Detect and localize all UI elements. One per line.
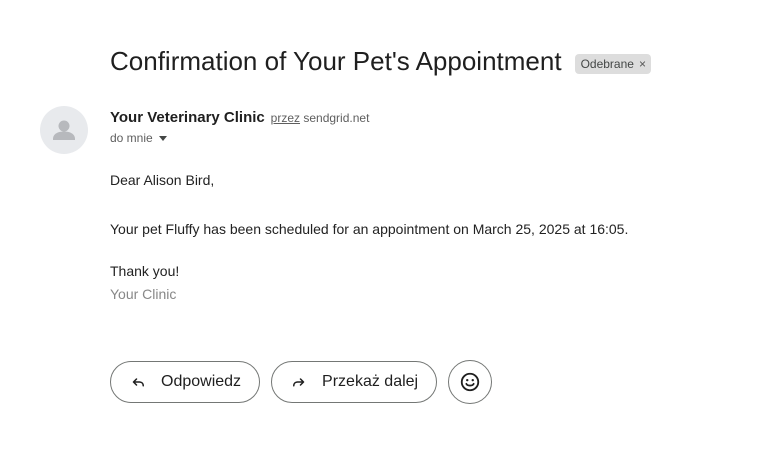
sender-block: Your Veterinary Clinic przez sendgrid.ne… (110, 109, 369, 145)
recipient-line: do mnie (110, 131, 369, 145)
chevron-down-icon[interactable] (158, 136, 167, 141)
body-greeting: Dear Alison Bird, (110, 172, 215, 188)
smiley-icon (460, 372, 480, 392)
forward-label: Przekaż dalej (322, 373, 419, 390)
email-view: Confirmation of Your Pet's Appointment O… (0, 0, 768, 450)
email-body: Dear Alison Bird, Your pet Fluffy has be… (110, 172, 750, 303)
reply-icon (132, 378, 144, 387)
emoji-reaction-button[interactable] (448, 360, 493, 404)
reply-button[interactable]: Odpowiedz (110, 361, 261, 403)
label-chip-inbox[interactable]: Odebrane × (574, 53, 651, 74)
label-chip-text: Odebrane (580, 56, 634, 71)
via-domain: sendgrid.net (303, 111, 370, 125)
action-bar: Odpowiedz Przekaż dalej (110, 360, 493, 404)
body-signature: Your Clinic (110, 286, 177, 302)
forward-icon (293, 378, 305, 387)
avatar (40, 106, 88, 154)
body-thanks: Thank you! (110, 263, 180, 279)
body-main-text: Your pet Fluffy has been scheduled for a… (110, 221, 629, 237)
forward-button[interactable]: Przekaż dalej (271, 361, 438, 403)
via-link[interactable]: przez (271, 111, 300, 125)
person-icon (53, 120, 75, 140)
sender-line: Your Veterinary Clinic przez sendgrid.ne… (110, 109, 369, 126)
email-subject: Confirmation of Your Pet's Appointment (110, 46, 562, 76)
sender-name[interactable]: Your Veterinary Clinic (110, 109, 265, 126)
recipient-text: do mnie (110, 131, 153, 145)
reply-label: Odpowiedz (161, 373, 242, 390)
remove-label-icon[interactable]: × (639, 56, 646, 72)
subject-row: Confirmation of Your Pet's Appointment O… (110, 46, 651, 77)
via-text: przez sendgrid.net (271, 111, 370, 125)
